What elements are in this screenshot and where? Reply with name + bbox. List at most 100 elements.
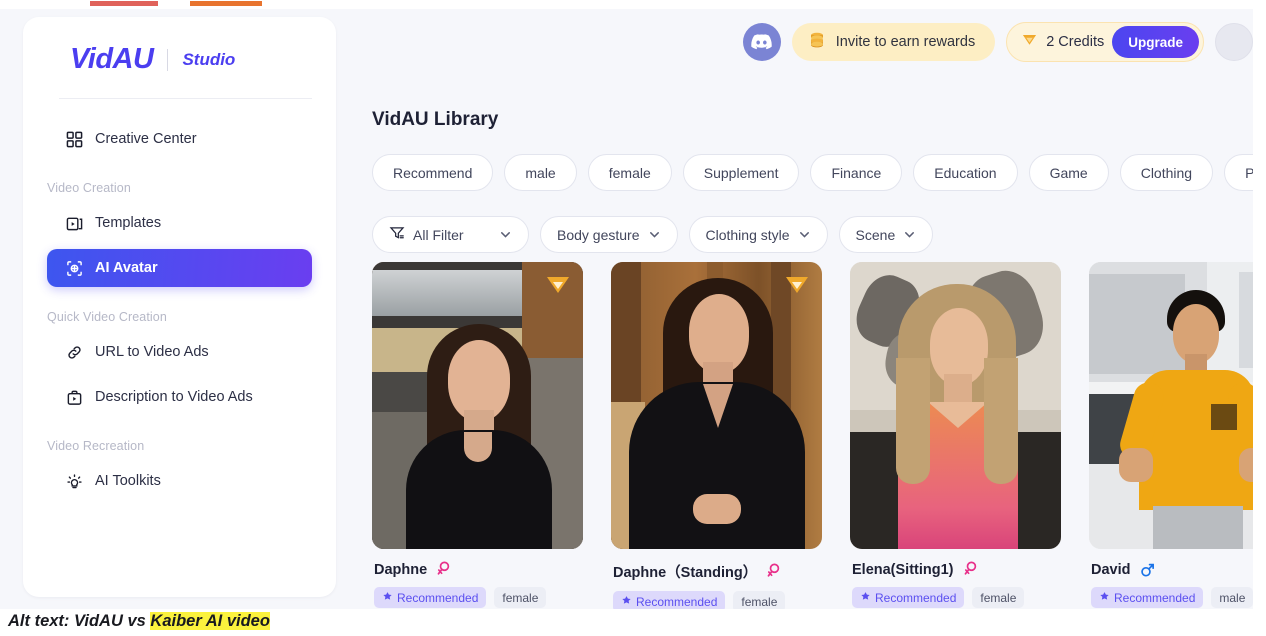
sidebar-item-label: Creative Center (95, 131, 197, 147)
avatar-tags: Recommended female (611, 591, 822, 609)
lightbulb-icon (65, 472, 83, 490)
avatar-thumbnail[interactable] (372, 262, 583, 549)
app-viewport: VidAU Studio Creative Center Video Creat… (0, 9, 1253, 609)
chip-pet[interactable]: Pet (1224, 154, 1253, 191)
clothing-style-label: Clothing style (705, 226, 790, 243)
tag-recommended: Recommended (613, 591, 726, 609)
tag-gender: female (733, 591, 786, 609)
brand[interactable]: VidAU Studio (23, 17, 336, 76)
avatar-frame-icon (65, 259, 83, 277)
premium-badge-icon (786, 277, 808, 293)
brand-subtitle: Studio (182, 49, 236, 69)
avatar-card: David Recommended male (1089, 262, 1253, 609)
tag-label: Recommended (875, 590, 957, 605)
avatar-card: Daphne（Standing） Recommended female (611, 262, 822, 609)
avatar-name: David (1091, 561, 1131, 578)
avatar-name-row: Daphne (372, 561, 583, 578)
all-filter-dropdown[interactable]: All Filter (372, 216, 529, 253)
avatar-tags: Recommended female (850, 587, 1061, 608)
category-chips: Recommend male female Supplement Finance… (372, 154, 1253, 191)
chip-game[interactable]: Game (1028, 154, 1109, 191)
annotation-bars (0, 0, 1266, 9)
red-underline-bar-1 (90, 1, 158, 6)
chevron-down-icon (903, 228, 916, 241)
chip-clothing[interactable]: Clothing (1119, 154, 1214, 191)
brand-divider (167, 48, 169, 71)
sidebar-item-creative-center[interactable]: Creative Center (47, 120, 312, 158)
tag-label: Recommended (397, 590, 479, 605)
funnel-icon (389, 225, 405, 244)
badge-icon (621, 595, 632, 609)
tag-recommended: Recommended (374, 587, 487, 608)
screenshot-root: VidAU Studio Creative Center Video Creat… (0, 0, 1266, 636)
main-content: VidAU Library Recommend male female Supp… (360, 9, 1253, 609)
sidebar-item-ai-toolkits[interactable]: AI Toolkits (47, 462, 312, 500)
scene-label: Scene (855, 226, 896, 243)
chip-recommend[interactable]: Recommend (372, 154, 494, 191)
scene-dropdown[interactable]: Scene (838, 216, 934, 253)
female-gender-icon (963, 561, 978, 578)
clothing-style-dropdown[interactable]: Clothing style (688, 216, 828, 253)
tag-gender: male (1211, 587, 1253, 608)
avatar-name-row: Daphne（Standing） (611, 561, 822, 582)
tag-recommended: Recommended (1091, 587, 1204, 608)
sidebar-nav: Creative Center Video Creation Templates (23, 99, 336, 500)
chevron-down-icon (648, 228, 661, 241)
avatar-thumbnail[interactable] (611, 262, 822, 549)
avatar-card: Elena(Sitting1) Recommended female (850, 262, 1061, 609)
sidebar-item-templates[interactable]: Templates (47, 204, 312, 242)
alt-text-caption: Alt text: VidAU vs Kaiber AI video (8, 612, 270, 631)
sidebar: VidAU Studio Creative Center Video Creat… (23, 17, 336, 597)
sidebar-item-description-to-video-ads[interactable]: Description to Video Ads (47, 378, 312, 416)
avatar-card: Daphne Recommended female (372, 262, 583, 609)
chevron-down-icon (798, 228, 811, 241)
template-icon (65, 214, 83, 232)
chip-male[interactable]: male (504, 154, 577, 191)
avatar-tags: Recommended male (1089, 587, 1253, 608)
male-gender-icon (1140, 561, 1155, 578)
tag-gender: female (972, 587, 1025, 608)
caption-prefix: Alt text: VidAU vs (8, 612, 151, 630)
premium-badge-icon (547, 277, 569, 293)
avatar-thumbnail[interactable] (850, 262, 1061, 549)
avatar-name: Daphne (374, 561, 428, 578)
chip-female[interactable]: female (587, 154, 672, 191)
body-gesture-label: Body gesture (557, 226, 640, 243)
sidebar-item-label: Templates (95, 215, 162, 231)
chip-education[interactable]: Education (913, 154, 1018, 191)
grid-icon (65, 130, 83, 148)
description-icon (65, 388, 83, 406)
tag-label: Recommended (636, 594, 718, 609)
avatar-card-grid: Daphne Recommended female Daphne（Standin… (372, 262, 1253, 609)
body-gesture-dropdown[interactable]: Body gesture (540, 216, 678, 253)
female-gender-icon (436, 561, 451, 578)
sidebar-item-url-to-video-ads[interactable]: URL to Video Ads (47, 333, 312, 371)
tag-label: Recommended (1114, 590, 1196, 605)
sidebar-item-ai-avatar[interactable]: AI Avatar (47, 249, 312, 287)
sidebar-group-quick-video-creation: Quick Video Creation (47, 310, 167, 324)
link-icon (65, 343, 83, 361)
badge-icon (382, 591, 393, 605)
filter-bar: All Filter Body gesture Clothing style S… (372, 216, 934, 253)
chip-supplement[interactable]: Supplement (682, 154, 800, 191)
avatar-thumbnail[interactable] (1089, 262, 1253, 549)
sidebar-item-label: Description to Video Ads (95, 389, 253, 405)
sidebar-group-video-creation: Video Creation (47, 181, 131, 195)
chevron-down-icon (499, 228, 512, 241)
avatar-name: Daphne（Standing） (613, 565, 758, 581)
tag-gender: female (494, 587, 547, 608)
chip-finance[interactable]: Finance (810, 154, 903, 191)
page-title: VidAU Library (372, 109, 499, 130)
badge-icon (860, 591, 871, 605)
red-underline-bar-2 (190, 1, 262, 6)
avatar-name: Elena(Sitting1) (852, 561, 954, 578)
badge-icon (1099, 591, 1110, 605)
brand-logo: VidAU (70, 43, 154, 75)
tag-recommended: Recommended (852, 587, 965, 608)
sidebar-group-video-recreation: Video Recreation (47, 439, 145, 453)
female-gender-icon (766, 563, 781, 580)
avatar-tags: Recommended female (372, 587, 583, 608)
caption-highlight: Kaiber AI video (150, 612, 270, 630)
all-filter-label: All Filter (413, 226, 464, 243)
sidebar-item-label: URL to Video Ads (95, 344, 209, 360)
